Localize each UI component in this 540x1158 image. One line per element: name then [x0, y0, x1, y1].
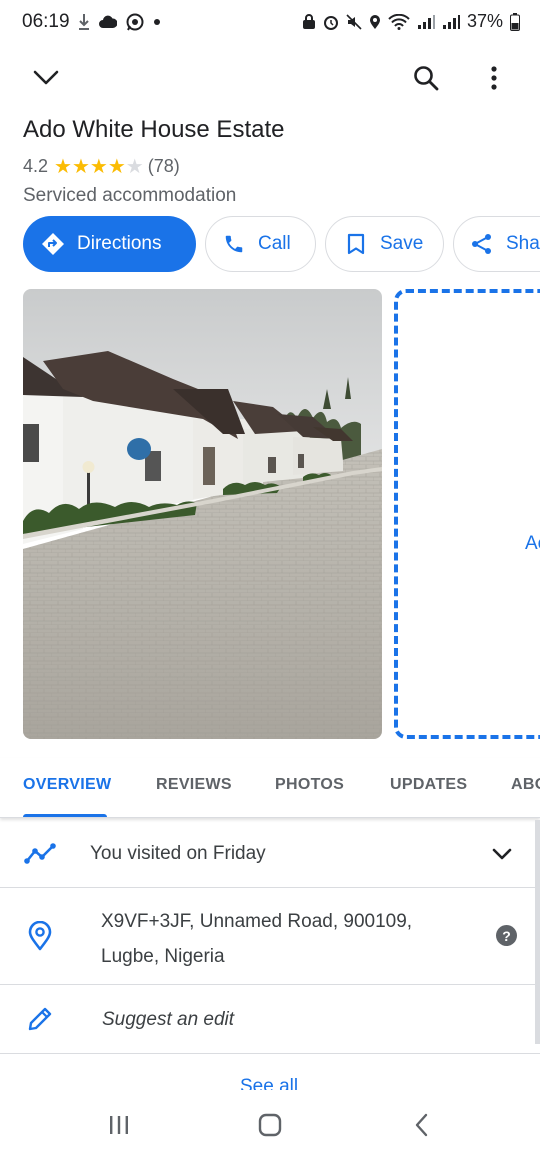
cloud-icon	[99, 15, 117, 28]
star-filled-icon: ★	[71, 155, 90, 178]
review-count: (78)	[147, 156, 180, 176]
star-filled-icon: ★	[54, 155, 72, 178]
recents-button[interactable]	[99, 1110, 139, 1140]
add-photo-label: Ac	[525, 533, 540, 554]
place-category: Serviced accommodation	[23, 185, 237, 206]
home-button[interactable]	[250, 1110, 290, 1140]
phone-icon	[222, 232, 246, 256]
tab-reviews[interactable]: REVIEWS	[156, 776, 232, 794]
share-button[interactable]: Sha	[453, 216, 540, 272]
chevron-down-icon	[33, 70, 59, 85]
address-text: X9VF+3JF, Unnamed Road, 900109, Lugbe, N…	[101, 904, 441, 974]
rating-value: 4.2	[23, 156, 49, 176]
lock-icon	[302, 13, 315, 29]
mute-icon	[346, 13, 362, 30]
rating-stars: ★ ★ ★ ★ ★	[54, 157, 144, 177]
tab-photos[interactable]: PHOTOS	[275, 776, 344, 794]
status-bar: 06:19 37%	[0, 0, 540, 46]
directions-button[interactable]: Directions	[23, 216, 196, 272]
whatsapp-icon	[126, 13, 144, 31]
collapse-button[interactable]	[28, 60, 64, 96]
tab-overview[interactable]: OVERVIEW	[23, 776, 111, 794]
call-label: Call	[258, 233, 291, 254]
directions-icon	[41, 232, 65, 256]
back-icon	[415, 1113, 428, 1137]
pencil-icon	[22, 1001, 58, 1037]
share-icon	[470, 232, 494, 256]
directions-label: Directions	[77, 233, 162, 254]
wifi-icon	[388, 13, 410, 30]
star-filled-icon: ★	[107, 155, 126, 178]
location-pin-icon	[22, 918, 58, 954]
call-button[interactable]: Call	[205, 216, 316, 272]
dot-icon	[154, 19, 160, 25]
suggest-edit-row[interactable]: Suggest an edit	[0, 985, 540, 1054]
bookmark-icon	[344, 232, 368, 256]
signal-2-icon	[442, 14, 460, 29]
more-options-button[interactable]	[476, 60, 512, 96]
search-button[interactable]	[408, 60, 444, 96]
rating-row[interactable]: 4.2 ★ ★ ★ ★ ★ (78)	[23, 156, 180, 177]
search-icon	[414, 66, 439, 91]
recents-icon	[110, 1116, 128, 1134]
tab-about[interactable]: ABO	[511, 776, 540, 794]
status-time: 06:19	[22, 11, 70, 32]
visited-row[interactable]: You visited on Friday	[0, 820, 540, 888]
place-photo[interactable]	[23, 289, 382, 739]
alarm-icon	[323, 15, 338, 30]
expand-visited-button[interactable]	[484, 836, 520, 872]
see-all-link[interactable]: See all	[240, 1076, 298, 1090]
share-label: Sha	[506, 233, 540, 254]
chevron-down-icon	[492, 848, 512, 859]
location-icon	[369, 14, 380, 29]
system-icons: 37%	[302, 11, 520, 32]
more-vert-icon	[491, 66, 497, 90]
place-title: Ado White House Estate	[23, 116, 285, 143]
notification-icons	[78, 13, 161, 31]
help-icon[interactable]: ?	[496, 925, 517, 946]
action-chips: Directions Call Save Sha	[23, 216, 540, 272]
battery-icon	[510, 12, 520, 31]
active-tab-indicator	[23, 814, 107, 817]
address-row[interactable]: X9VF+3JF, Unnamed Road, 900109, Lugbe, N…	[0, 888, 540, 985]
top-app-bar	[0, 50, 540, 106]
home-icon	[258, 1113, 282, 1137]
system-nav-bar	[0, 1092, 540, 1158]
visited-text: You visited on Friday	[90, 843, 266, 864]
address-line-1: X9VF+3JF, Unnamed Road, 900109,	[101, 911, 413, 932]
back-button[interactable]	[401, 1110, 441, 1140]
timeline-icon	[22, 836, 58, 872]
save-label: Save	[380, 233, 424, 254]
star-empty-icon: ★	[125, 155, 144, 178]
suggest-edit-text: Suggest an edit	[102, 1009, 235, 1030]
save-button[interactable]: Save	[325, 216, 444, 272]
scrollbar[interactable]	[535, 820, 540, 1044]
add-photo-tile[interactable]: Ac	[394, 289, 540, 739]
address-line-2: Lugbe, Nigeria	[101, 946, 225, 967]
star-filled-icon: ★	[89, 155, 108, 178]
tab-bar: OVERVIEW REVIEWS PHOTOS UPDATES ABO	[0, 758, 540, 818]
battery-percent: 37%	[466, 11, 503, 31]
tab-updates[interactable]: UPDATES	[390, 776, 467, 794]
signal-1-icon	[417, 14, 435, 29]
download-icon	[79, 14, 89, 30]
